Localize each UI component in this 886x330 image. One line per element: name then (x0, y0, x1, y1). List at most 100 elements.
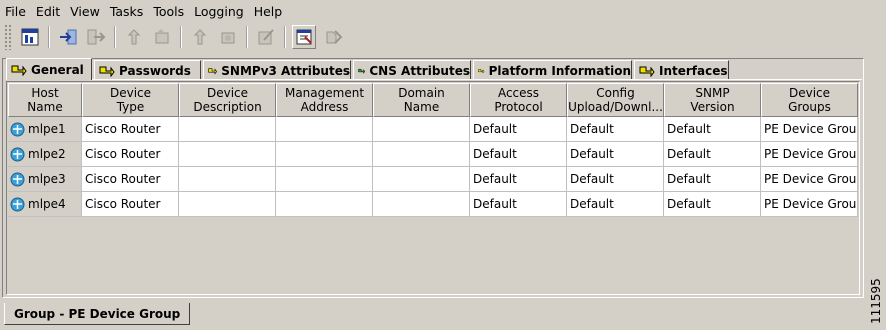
config-upload-download-cell[interactable]: Default (567, 117, 664, 142)
deploy-icon (193, 29, 207, 45)
upload-button[interactable] (122, 25, 146, 49)
yellow-arrow-icon (99, 66, 115, 77)
device-description-cell[interactable] (179, 192, 276, 217)
upload-config-icon (155, 29, 169, 44)
import-button[interactable] (56, 25, 80, 49)
management-address-cell[interactable] (276, 167, 373, 192)
device-type-cell[interactable]: Cisco Router (82, 117, 179, 142)
host-name-cell[interactable]: mlpe4 (8, 192, 82, 217)
device-type-cell[interactable]: Cisco Router (82, 192, 179, 217)
tab-body-edge (6, 79, 862, 80)
tab-interfaces[interactable]: Interfaces (634, 60, 729, 80)
deploy-config-button[interactable] (216, 25, 240, 49)
toolbar-separator (246, 26, 248, 48)
device-groups-cell[interactable]: PE Device Group (761, 142, 858, 167)
toolbar-separator (284, 26, 286, 48)
toolbar-grip[interactable] (4, 24, 12, 50)
snmp-version-cell[interactable]: Default (664, 117, 761, 142)
menu-tools[interactable]: Tools (153, 4, 184, 19)
tab-snmpv3-attributes[interactable]: SNMPv3 Attributes (203, 60, 351, 80)
edit-icon (258, 29, 274, 45)
column-header-config-upload-download[interactable]: Config Upload/Downl... (567, 83, 664, 117)
snmp-version-cell[interactable]: Default (664, 167, 761, 192)
edit-button[interactable] (254, 25, 278, 49)
device-table: Host Name Device Type Device Description Ma… (6, 81, 860, 295)
menu-view[interactable]: View (70, 4, 100, 19)
config-upload-download-cell[interactable]: Default (567, 167, 664, 192)
router-icon (10, 172, 25, 186)
export-button[interactable] (84, 25, 108, 49)
device-description-cell[interactable] (179, 117, 276, 142)
router-icon (10, 197, 25, 211)
device-properties-button[interactable] (18, 25, 42, 49)
management-address-cell[interactable] (276, 117, 373, 142)
column-header-host-name[interactable]: Host Name (8, 83, 82, 117)
menu-edit[interactable]: Edit (36, 4, 60, 19)
yellow-arrow-icon (11, 65, 27, 76)
upload-icon (127, 29, 141, 45)
access-protocol-cell[interactable]: Default (470, 117, 567, 142)
figure-id: 111595 (869, 278, 883, 324)
toolbar (0, 22, 886, 54)
menu-bar: File Edit View Tasks Tools Logging Help (0, 2, 286, 20)
import-icon (60, 29, 77, 45)
menu-tasks[interactable]: Tasks (110, 4, 144, 19)
device-description-cell[interactable] (179, 142, 276, 167)
tab-general[interactable]: General (6, 58, 92, 80)
device-description-cell[interactable] (179, 167, 276, 192)
yellow-arrow-icon (208, 67, 218, 75)
deploy-button[interactable] (188, 25, 212, 49)
green-arrow-icon (358, 68, 366, 74)
upload-config-button[interactable] (150, 25, 174, 49)
router-icon (10, 122, 25, 136)
config-upload-download-cell[interactable]: Default (567, 192, 664, 217)
tab-cns-attributes[interactable]: CNS Attributes (353, 60, 471, 80)
tab-passwords[interactable]: Passwords (94, 60, 201, 80)
column-header-device-type[interactable]: Device Type (82, 83, 179, 117)
yellow-arrow-icon (639, 66, 655, 77)
router-icon (10, 147, 25, 161)
snmp-version-cell[interactable]: Default (664, 142, 761, 167)
toolbar-separator (114, 26, 116, 48)
yellow-arrow-icon (478, 68, 485, 74)
access-protocol-cell[interactable]: Default (470, 167, 567, 192)
snmp-version-cell[interactable]: Default (664, 192, 761, 217)
domain-name-cell[interactable] (373, 167, 470, 192)
device-type-cell[interactable]: Cisco Router (82, 142, 179, 167)
menu-help[interactable]: Help (254, 4, 283, 19)
domain-name-cell[interactable] (373, 192, 470, 217)
deploy-config-icon (221, 32, 235, 44)
tab-platform-information[interactable]: Platform Information (473, 60, 632, 80)
domain-name-cell[interactable] (373, 142, 470, 167)
group-properties-icon (296, 29, 312, 45)
column-header-access-protocol[interactable]: Access Protocol (470, 83, 567, 117)
access-protocol-cell[interactable]: Default (470, 192, 567, 217)
access-protocol-cell[interactable]: Default (470, 142, 567, 167)
device-properties-icon (21, 28, 39, 46)
column-header-device-description[interactable]: Device Description (179, 83, 276, 117)
menu-file[interactable]: File (5, 4, 26, 19)
collect-icon (326, 30, 343, 44)
host-name-cell[interactable]: mlpe3 (8, 167, 82, 192)
management-address-cell[interactable] (276, 142, 373, 167)
collect-button[interactable] (322, 25, 346, 49)
domain-name-cell[interactable] (373, 117, 470, 142)
management-address-cell[interactable] (276, 192, 373, 217)
config-upload-download-cell[interactable]: Default (567, 142, 664, 167)
column-header-device-groups[interactable]: Device Groups (761, 83, 858, 117)
device-type-cell[interactable]: Cisco Router (82, 167, 179, 192)
host-name-cell[interactable]: mlpe1 (8, 117, 82, 142)
device-groups-cell[interactable]: PE Device Group (761, 117, 858, 142)
export-icon (87, 29, 106, 45)
device-groups-cell[interactable]: PE Device Group (761, 167, 858, 192)
tab-group-pe-device-group[interactable]: Group - PE Device Group (4, 303, 191, 325)
group-properties-button[interactable] (292, 25, 316, 49)
menu-logging[interactable]: Logging (194, 4, 244, 19)
host-name-cell[interactable]: mlpe2 (8, 142, 82, 167)
column-header-management-address[interactable]: Management Address (276, 83, 373, 117)
column-header-domain-name[interactable]: Domain Name (373, 83, 470, 117)
column-header-snmp-version[interactable]: SNMP Version (664, 83, 761, 117)
toolbar-separator (180, 26, 182, 48)
toolbar-separator (48, 26, 50, 48)
device-groups-cell[interactable]: PE Device Group (761, 192, 858, 217)
